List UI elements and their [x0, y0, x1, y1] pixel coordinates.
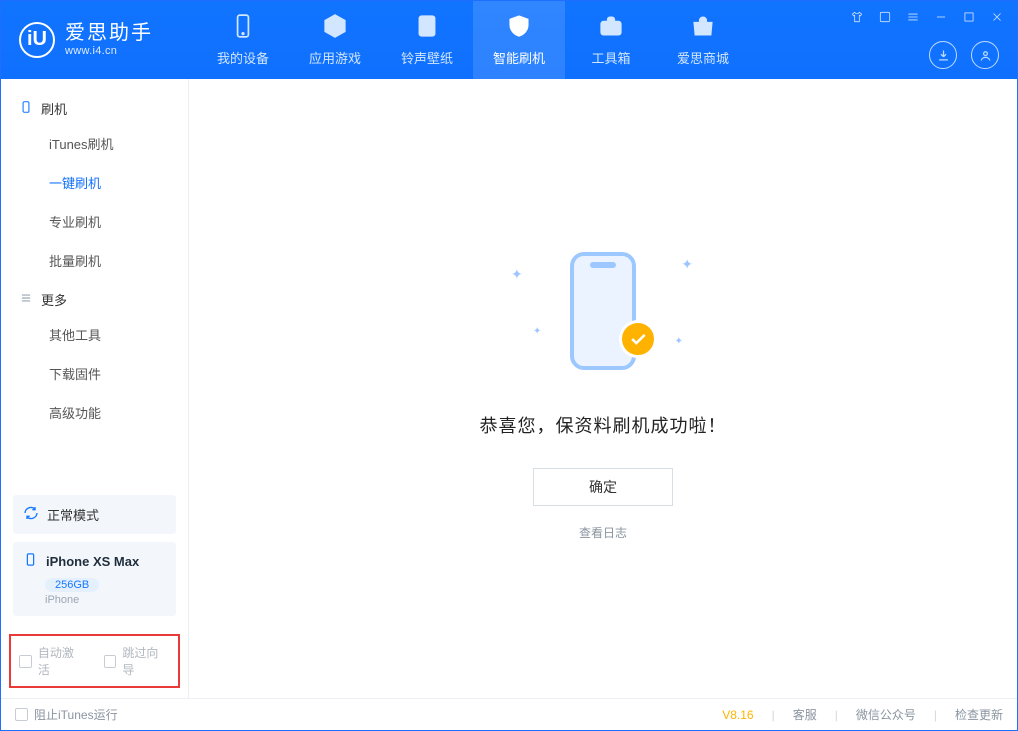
- success-illustration: ✦ ✦ ✦ ✦: [503, 236, 703, 386]
- sidebar-item-pro[interactable]: 专业刷机: [1, 202, 188, 241]
- tab-label: 智能刷机: [493, 48, 545, 67]
- header: iU 爱思助手 www.i4.cn 我的设备 应用游戏 铃声壁纸 智能刷机: [1, 1, 1017, 79]
- tab-ring[interactable]: 铃声壁纸: [381, 1, 473, 79]
- shirt-button[interactable]: [847, 7, 867, 27]
- brand: iU 爱思助手 www.i4.cn: [19, 1, 189, 79]
- tab-label: 爱思商城: [677, 48, 729, 67]
- separator: |: [926, 708, 945, 722]
- tab-label: 工具箱: [591, 48, 630, 67]
- checkbox-label: 自动激活: [38, 644, 86, 678]
- app-window: iU 爱思助手 www.i4.cn 我的设备 应用游戏 铃声壁纸 智能刷机: [0, 0, 1018, 731]
- footer-link-support[interactable]: 客服: [793, 706, 817, 723]
- version-label: V8.16: [722, 708, 753, 722]
- separator: |: [827, 708, 846, 722]
- checkbox-auto-activate[interactable]: 自动激活: [19, 644, 86, 678]
- sidebar-item-advanced[interactable]: 高级功能: [1, 393, 188, 432]
- device-name: iPhone XS Max: [46, 554, 139, 569]
- checkbox-label: 阻止iTunes运行: [34, 706, 118, 723]
- briefcase-icon: [598, 13, 624, 42]
- main-panel: ✦ ✦ ✦ ✦ 恭喜您，保资料刷机成功啦！ 确定 查看日志: [189, 79, 1017, 698]
- music-doc-icon: [414, 13, 440, 42]
- sparkle-icon: ✦: [681, 256, 693, 273]
- sidebar-item-onekey[interactable]: 一键刷机: [1, 163, 188, 202]
- brand-text: 爱思助手 www.i4.cn: [65, 22, 153, 58]
- checkbox-stop-itunes[interactable]: 阻止iTunes运行: [15, 706, 118, 723]
- device-title: iPhone XS Max: [23, 552, 166, 570]
- cube-icon: [322, 13, 348, 42]
- success-text: 恭喜您，保资料刷机成功啦！: [480, 412, 727, 438]
- skin-button[interactable]: [875, 7, 895, 27]
- sync-icon: [23, 505, 39, 524]
- brand-name: 爱思助手: [65, 22, 153, 45]
- header-tabs: 我的设备 应用游戏 铃声壁纸 智能刷机 工具箱 爱思商城: [197, 1, 749, 79]
- tab-device[interactable]: 我的设备: [197, 1, 289, 79]
- tab-shop[interactable]: 爱思商城: [657, 1, 749, 79]
- checkbox-box-icon: [104, 655, 117, 668]
- group-label: 刷机: [41, 99, 67, 118]
- minimize-button[interactable]: [931, 7, 951, 27]
- device-icon: [23, 552, 38, 570]
- window-controls: [847, 7, 1007, 27]
- check-badge-icon: [619, 320, 657, 358]
- phone-outline-icon: [19, 100, 33, 117]
- separator: |: [764, 708, 783, 722]
- checkbox-box-icon: [15, 708, 28, 721]
- maximize-button[interactable]: [959, 7, 979, 27]
- brand-url: www.i4.cn: [65, 45, 153, 58]
- sparkle-icon: ✦: [511, 266, 523, 283]
- device-type: iPhone: [45, 594, 166, 606]
- close-button[interactable]: [987, 7, 1007, 27]
- checkbox-label: 跳过向导: [122, 644, 170, 678]
- sparkle-icon: ✦: [533, 326, 541, 337]
- tab-label: 应用游戏: [309, 48, 361, 67]
- checkbox-row: 自动激活 跳过向导: [9, 634, 180, 688]
- ok-button[interactable]: 确定: [533, 468, 673, 506]
- sparkle-icon: ✦: [675, 336, 683, 347]
- sidebar-group-flash: 刷机: [1, 89, 188, 124]
- mode-card[interactable]: 正常模式: [13, 495, 176, 534]
- brand-logo: iU: [19, 22, 55, 58]
- sidebar-group-more: 更多: [1, 280, 188, 315]
- device-card[interactable]: iPhone XS Max 256GB iPhone: [13, 542, 176, 616]
- sidebar-item-firmware[interactable]: 下载固件: [1, 354, 188, 393]
- tab-tools[interactable]: 工具箱: [565, 1, 657, 79]
- phone-icon: [230, 13, 256, 42]
- checkbox-skip-guide[interactable]: 跳过向导: [104, 644, 171, 678]
- tab-flash[interactable]: 智能刷机: [473, 1, 565, 79]
- footer-link-wechat[interactable]: 微信公众号: [856, 706, 916, 723]
- group-label: 更多: [41, 290, 67, 309]
- body: 刷机 iTunes刷机 一键刷机 专业刷机 批量刷机 更多 其他工具 下载固件 …: [1, 79, 1017, 698]
- footer: 阻止iTunes运行 V8.16 | 客服 | 微信公众号 | 检查更新: [1, 698, 1017, 730]
- footer-link-update[interactable]: 检查更新: [955, 706, 1003, 723]
- tab-label: 铃声壁纸: [401, 48, 453, 67]
- mode-label: 正常模式: [47, 505, 99, 524]
- tab-label: 我的设备: [217, 48, 269, 67]
- sidebar: 刷机 iTunes刷机 一键刷机 专业刷机 批量刷机 更多 其他工具 下载固件 …: [1, 79, 189, 698]
- menu-lines-icon: [19, 291, 33, 308]
- download-button[interactable]: [929, 41, 957, 69]
- user-button[interactable]: [971, 41, 999, 69]
- sidebar-item-other[interactable]: 其他工具: [1, 315, 188, 354]
- storage-badge: 256GB: [45, 578, 99, 592]
- sidebar-item-batch[interactable]: 批量刷机: [1, 241, 188, 280]
- menu-button[interactable]: [903, 7, 923, 27]
- shop-icon: [690, 13, 716, 42]
- header-actions: [929, 41, 999, 69]
- sidebar-item-itunes[interactable]: iTunes刷机: [1, 124, 188, 163]
- tab-apps[interactable]: 应用游戏: [289, 1, 381, 79]
- sidebar-scroll: 刷机 iTunes刷机 一键刷机 专业刷机 批量刷机 更多 其他工具 下载固件 …: [1, 79, 188, 495]
- checkbox-box-icon: [19, 655, 32, 668]
- view-log-link[interactable]: 查看日志: [579, 524, 627, 541]
- shield-sync-icon: [506, 13, 532, 42]
